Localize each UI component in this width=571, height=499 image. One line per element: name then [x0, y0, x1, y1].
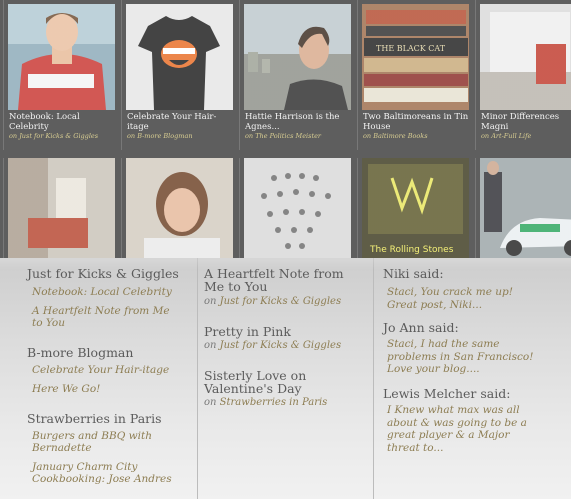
- album-title-text: The Rolling Stones: [369, 245, 454, 255]
- post-source-link[interactable]: Just for Kicks & Giggles: [220, 296, 341, 307]
- featured-thumb-room[interactable]: [8, 158, 115, 260]
- post-title-link[interactable]: Pretty in Pink: [204, 325, 366, 338]
- comment-author: Jo Ann said:: [383, 320, 459, 335]
- post-on-label: on: [204, 397, 217, 408]
- featured-on: on: [9, 132, 18, 140]
- featured-tile[interactable]: Hattie Harrison is the Agnes... on The P…: [239, 0, 353, 150]
- featured-tile[interactable]: Notebook: Local Celebrity on Just for Ki…: [3, 0, 117, 150]
- comment-text-link[interactable]: Staci, I had the same problems in San Fr…: [387, 338, 537, 376]
- blog-title[interactable]: B-more Blogman: [27, 345, 133, 360]
- comment-text-link[interactable]: I Knew what max was all about & was goin…: [387, 404, 542, 454]
- featured-thumb-gallery[interactable]: [480, 4, 571, 110]
- blog-post-link[interactable]: Notebook: Local Celebrity: [32, 286, 182, 298]
- featured-thumb-soccer-player[interactable]: [8, 4, 115, 110]
- featured-on: on: [245, 132, 254, 140]
- featured-tile[interactable]: Minor Differences Magni on Art-Full Life: [475, 0, 571, 150]
- blog-title[interactable]: Strawberries in Paris: [27, 411, 162, 426]
- featured-on: on: [363, 132, 372, 140]
- featured-title[interactable]: Notebook: Local Celebrity: [9, 112, 117, 132]
- featured-title[interactable]: Celebrate Your Hair-itage: [127, 112, 235, 132]
- featured-tile[interactable]: [121, 158, 233, 260]
- featured-source[interactable]: Art-Full Life: [491, 132, 531, 140]
- featured-title[interactable]: Two Baltimoreans in Tin House: [363, 112, 471, 132]
- featured-source[interactable]: Just for Kicks & Giggles: [19, 132, 98, 140]
- featured-source[interactable]: Baltimore Books: [373, 132, 427, 140]
- featured-tile[interactable]: [475, 158, 571, 260]
- featured-title[interactable]: Hattie Harrison is the Agnes...: [245, 112, 353, 132]
- featured-tile[interactable]: The Rolling Stones: [357, 158, 469, 260]
- featured-on: on: [127, 132, 136, 140]
- post-source-link[interactable]: Strawberries in Paris: [220, 397, 328, 408]
- post-source: on Just for Kicks & Giggles: [204, 340, 341, 351]
- popular-posts-column: A Heartfelt Note from Me to You on Just …: [198, 258, 374, 499]
- blog-post-link[interactable]: Burgers and BBQ with Bernadette: [32, 430, 162, 454]
- book-spine-text: THE BLACK CAT: [376, 44, 446, 53]
- post-source-link[interactable]: Just for Kicks & Giggles: [220, 340, 341, 351]
- blog-post-link[interactable]: A Heartfelt Note from Me to You: [32, 305, 182, 329]
- featured-thumb-tshirt[interactable]: [126, 4, 233, 110]
- featured-tile[interactable]: THE BLACK CAT Two Baltimoreans in Tin Ho…: [357, 0, 471, 150]
- comment-text-link[interactable]: Staci, You crack me up! Great post, Niki…: [387, 286, 537, 311]
- featured-thumb-man-portrait[interactable]: [244, 4, 351, 110]
- featured-strip: Notebook: Local Celebrity on Just for Ki…: [0, 0, 571, 260]
- blog-post-link[interactable]: Celebrate Your Hair-itage: [32, 364, 182, 376]
- blog-post-link[interactable]: Here We Go!: [32, 383, 182, 395]
- featured-thumb-race-car[interactable]: [480, 158, 571, 260]
- featured-source[interactable]: B-more Blogman: [137, 132, 192, 140]
- post-title-link[interactable]: Sisterly Love on Valentine's Day: [204, 369, 366, 395]
- comment-author: Lewis Melcher said:: [383, 386, 511, 401]
- featured-tile[interactable]: [239, 158, 351, 260]
- post-source: on Strawberries in Paris: [204, 397, 327, 408]
- featured-thumb-woman-portrait[interactable]: [126, 158, 233, 260]
- featured-thumb-album[interactable]: The Rolling Stones: [362, 158, 469, 260]
- comment-author: Niki said:: [383, 266, 444, 281]
- featured-thumb-books[interactable]: THE BLACK CAT: [362, 4, 469, 110]
- blogs-column: Just for Kicks & Giggles Notebook: Local…: [0, 258, 198, 499]
- content-columns: Just for Kicks & Giggles Notebook: Local…: [0, 258, 571, 499]
- post-on-label: on: [204, 340, 217, 351]
- comments-column: Niki said: Staci, You crack me up! Great…: [374, 258, 571, 499]
- featured-title[interactable]: Minor Differences Magni: [481, 112, 571, 132]
- featured-source[interactable]: The Politics Meister: [255, 132, 321, 140]
- featured-tile[interactable]: [3, 158, 115, 260]
- featured-tile[interactable]: Celebrate Your Hair-itage on B-more Blog…: [121, 0, 235, 150]
- blog-title[interactable]: Just for Kicks & Giggles: [27, 266, 179, 281]
- post-source: on Just for Kicks & Giggles: [204, 296, 341, 307]
- featured-thumb-diagram[interactable]: [244, 158, 351, 260]
- featured-on: on: [481, 132, 490, 140]
- post-title-link[interactable]: A Heartfelt Note from Me to You: [204, 267, 366, 293]
- blog-post-link[interactable]: January Charm City Cookbooking: Jose And…: [32, 461, 172, 485]
- post-on-label: on: [204, 296, 217, 307]
